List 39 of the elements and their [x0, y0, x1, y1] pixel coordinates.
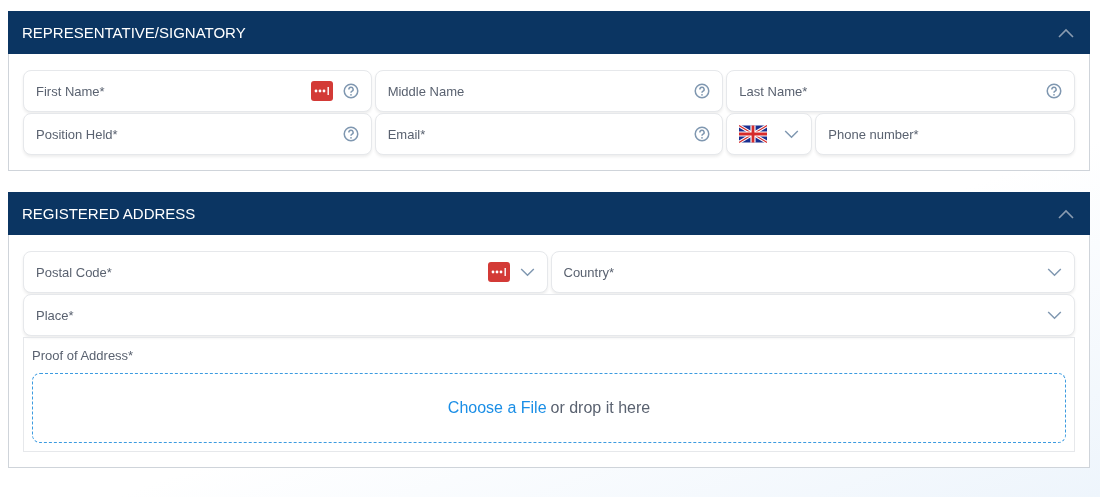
help-icon[interactable]: [342, 126, 359, 142]
section-title: REPRESENTATIVE/SIGNATORY: [22, 24, 246, 41]
collapse-chevron-icon[interactable]: [1058, 208, 1074, 219]
form-field[interactable]: Email*: [374, 113, 724, 155]
form-field[interactable]: Postal Code*: [23, 251, 548, 293]
input-field[interactable]: Postal Code*: [36, 264, 478, 280]
form-field[interactable]: Middle Name: [374, 70, 724, 112]
password-manager-icon[interactable]: [487, 262, 510, 282]
input-field[interactable]: Last Name*: [739, 83, 1036, 99]
help-icon[interactable]: [1046, 83, 1062, 99]
input-field[interactable]: Phone number*: [828, 126, 1052, 142]
form-field[interactable]: Position Held*: [23, 113, 372, 155]
drop-hint: or drop it here: [550, 399, 651, 417]
form-field[interactable]: Last Name*: [726, 70, 1075, 112]
country-code-select[interactable]: [726, 113, 813, 155]
collapse-chevron-icon[interactable]: [1058, 27, 1074, 38]
chevron-down-icon[interactable]: [1047, 310, 1062, 320]
form-field[interactable]: First Name*: [23, 70, 372, 112]
input-field[interactable]: Place*: [36, 307, 1037, 323]
chevron-down-icon[interactable]: [784, 129, 800, 139]
help-icon[interactable]: [694, 83, 711, 99]
input-field[interactable]: First Name*: [36, 83, 301, 99]
input-field[interactable]: Middle Name: [387, 83, 685, 99]
upload-label: Proof of Address*: [32, 348, 135, 363]
chevron-down-icon[interactable]: [519, 267, 535, 277]
help-icon[interactable]: [342, 83, 359, 99]
form-field[interactable]: Country*: [550, 251, 1075, 293]
input-field[interactable]: Email*: [387, 126, 685, 142]
help-icon[interactable]: [694, 126, 711, 142]
form-field[interactable]: Phone number*: [815, 113, 1075, 155]
file-drop-zone[interactable]: Choose a File or drop it here: [32, 373, 1066, 443]
chevron-down-icon[interactable]: [1047, 267, 1062, 277]
form-field[interactable]: Place*: [23, 294, 1075, 336]
password-manager-icon[interactable]: [310, 81, 333, 101]
choose-file-link[interactable]: Choose a File: [447, 399, 547, 417]
input-field[interactable]: Position Held*: [36, 126, 333, 142]
flag-icon: [739, 125, 768, 143]
section-title: REGISTERED ADDRESS: [22, 205, 196, 222]
input-field[interactable]: Country*: [563, 264, 1037, 280]
